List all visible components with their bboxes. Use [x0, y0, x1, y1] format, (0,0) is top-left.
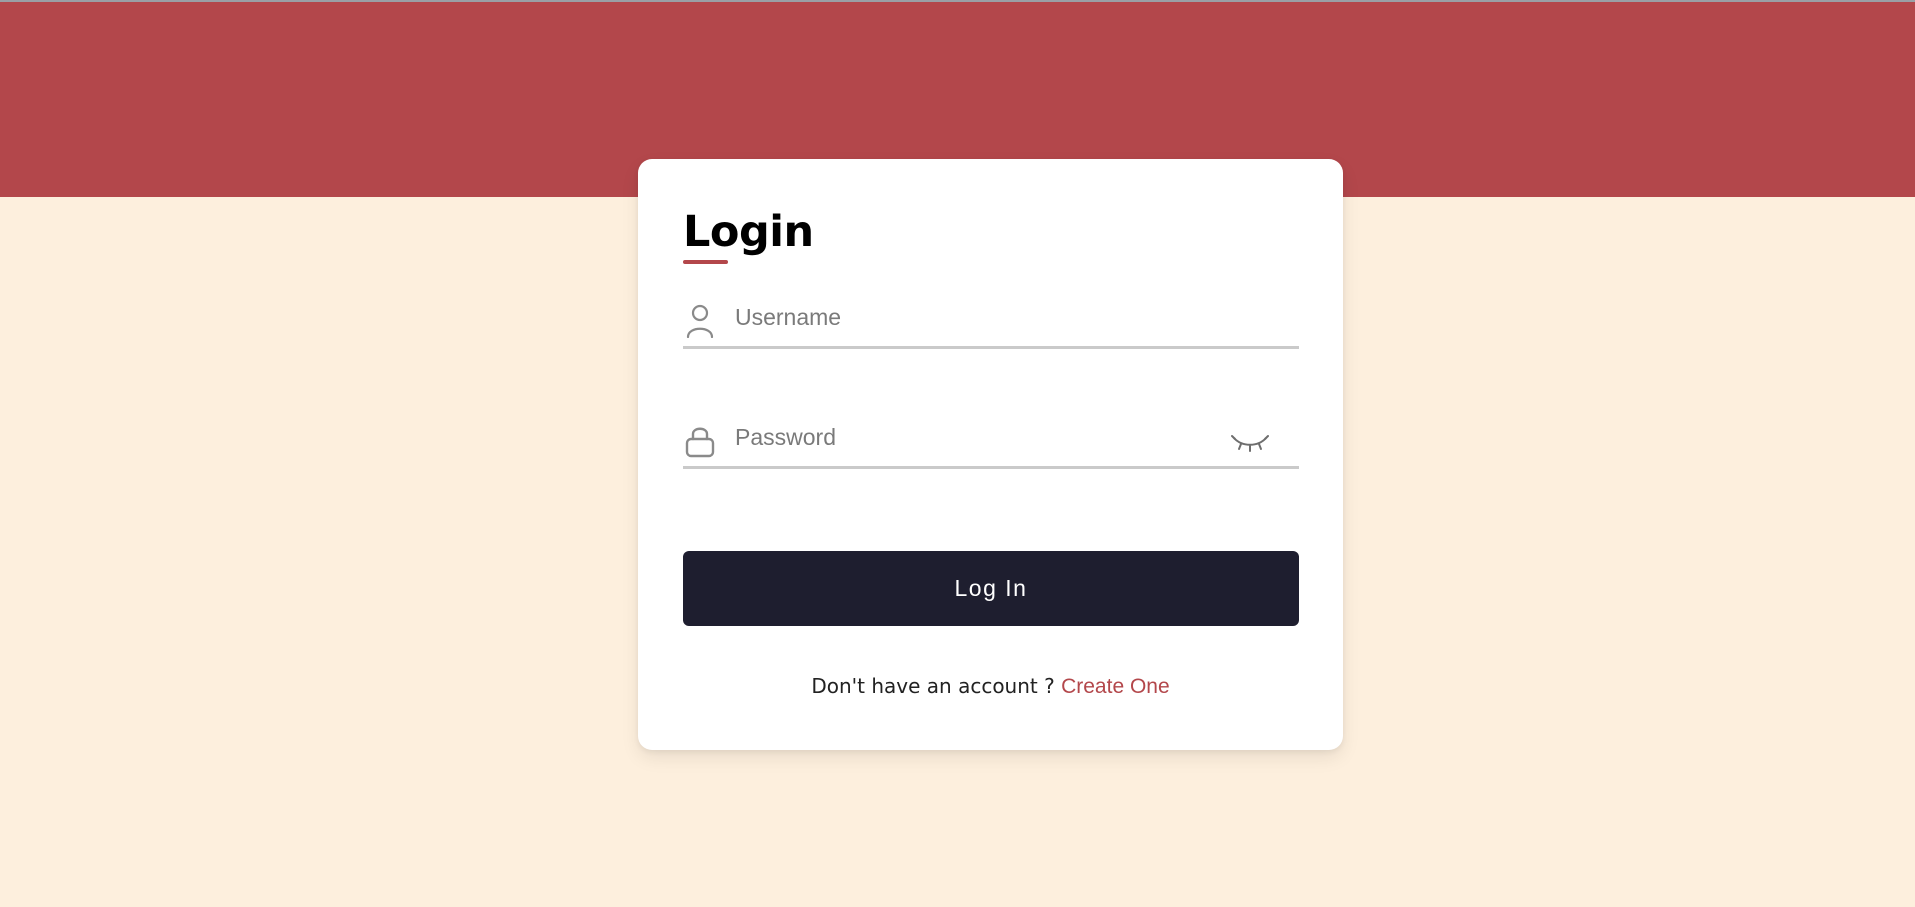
lock-icon — [685, 424, 715, 458]
login-title-group: Login — [683, 211, 883, 271]
create-account-link[interactable]: Create One — [1061, 675, 1170, 698]
password-input[interactable] — [735, 409, 1215, 466]
title-accent-underline — [683, 260, 728, 264]
login-button[interactable]: Log In — [683, 551, 1299, 626]
login-card: Login Username Log In Don't have an acco… — [638, 159, 1343, 750]
eye-closed-icon[interactable] — [1231, 427, 1269, 457]
user-icon — [685, 304, 715, 339]
signup-prompt-line: Don't have an account ? Create One — [638, 674, 1343, 699]
password-field — [683, 409, 1299, 469]
signup-prompt-text: Don't have an account ? — [811, 674, 1055, 698]
username-field — [683, 289, 1299, 349]
page-title: Login — [683, 207, 814, 257]
username-input[interactable] — [735, 289, 1215, 346]
